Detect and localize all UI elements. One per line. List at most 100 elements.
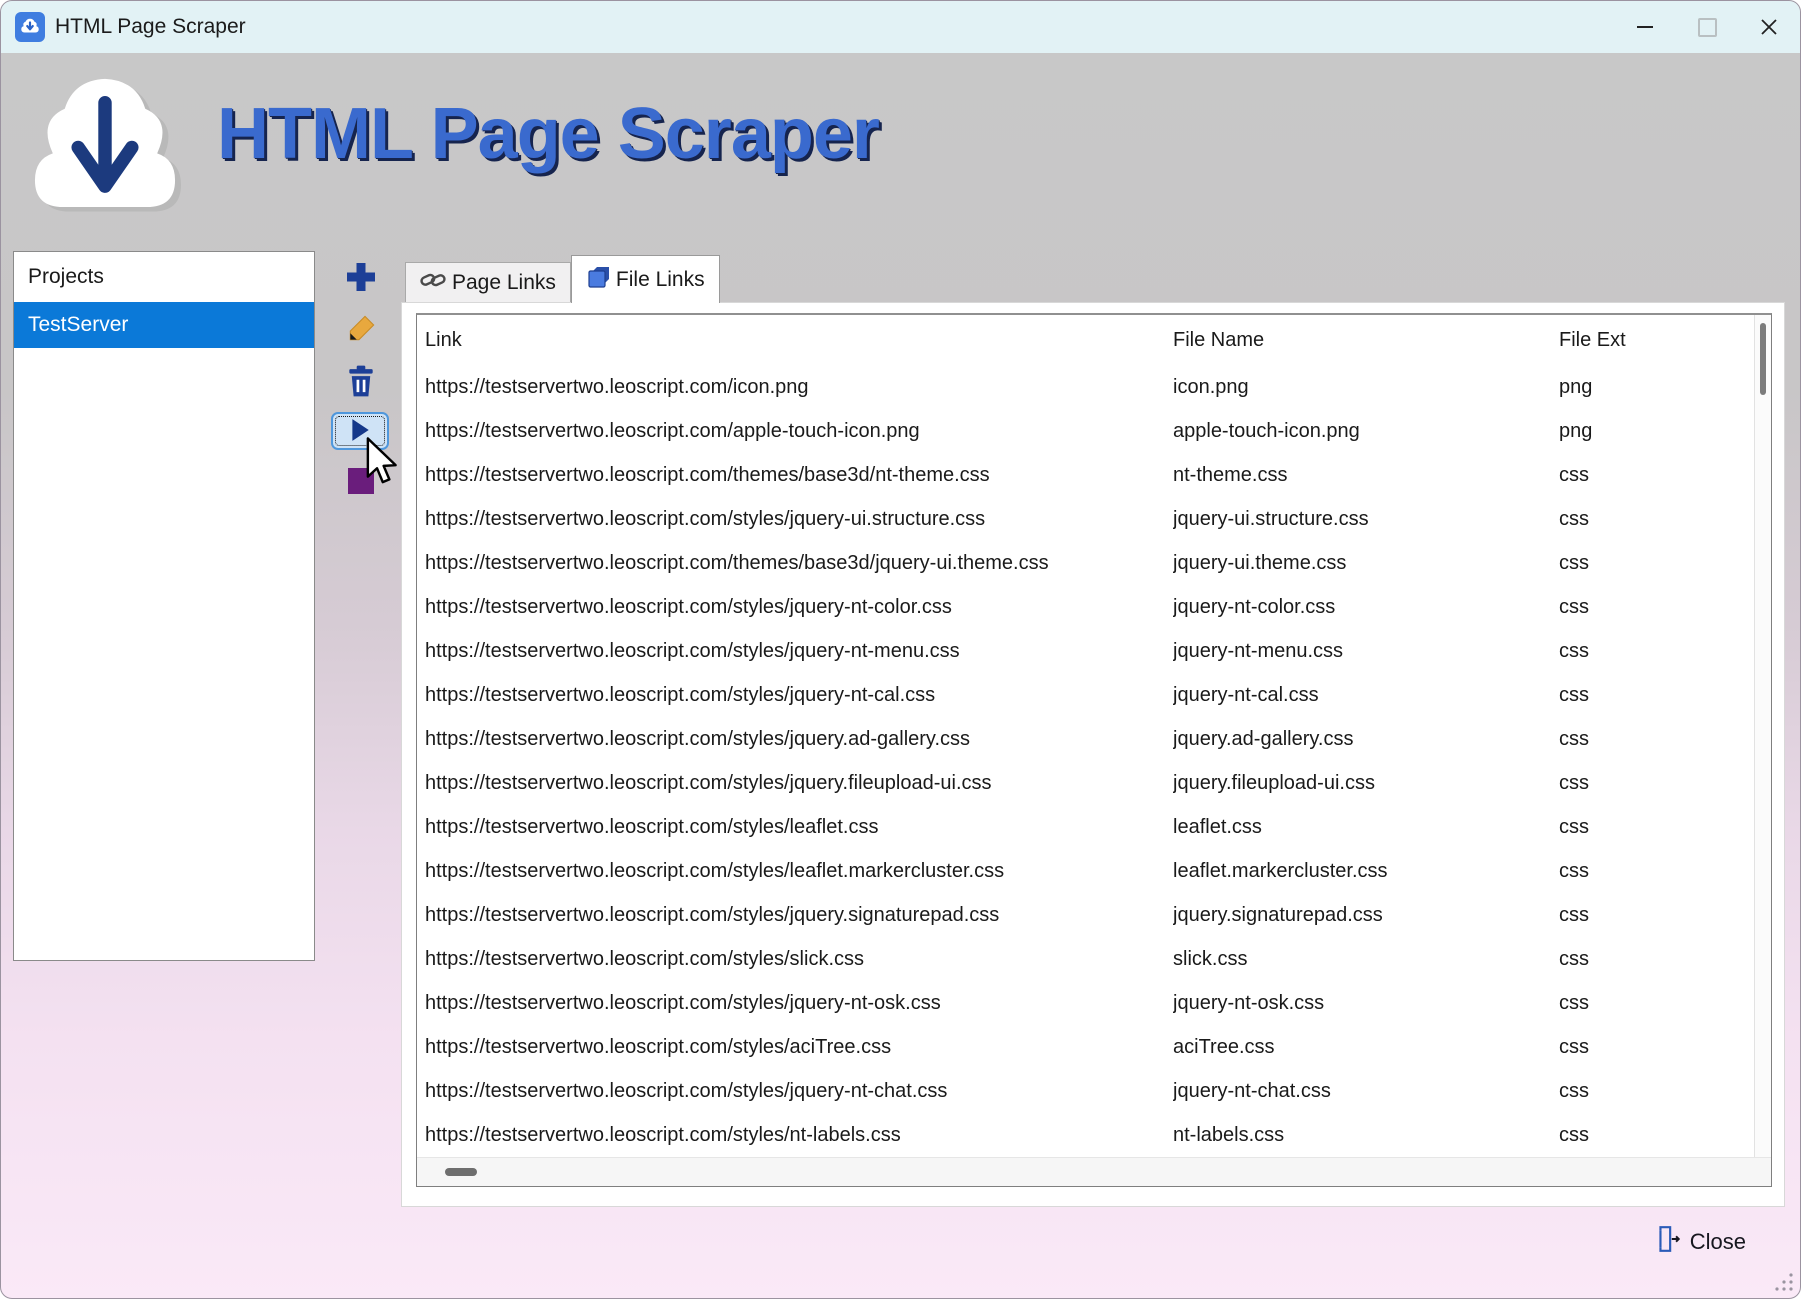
projects-list: Projects TestServer [13, 251, 315, 961]
table-row[interactable]: https://testservertwo.leoscript.com/them… [417, 541, 1771, 585]
delete-project-button[interactable] [331, 360, 391, 404]
trash-icon [346, 365, 376, 400]
maximize-icon[interactable] [1676, 1, 1738, 53]
table-row[interactable]: https://testservertwo.leoscript.com/styl… [417, 629, 1771, 673]
cell-file-ext: css [1559, 772, 1771, 795]
cell-link: https://testservertwo.leoscript.com/styl… [417, 948, 1173, 971]
horizontal-scrollbar-thumb[interactable] [445, 1168, 477, 1176]
cell-file-name: icon.png [1173, 376, 1559, 399]
cell-file-name: jquery-nt-cal.css [1173, 684, 1559, 707]
app-logo-title: HTML Page Scraper [217, 93, 879, 175]
tab-file-links[interactable]: File Links [571, 255, 720, 303]
cell-file-ext: css [1559, 1036, 1771, 1059]
file-links-table: Link File Name File Ext https://testserv… [416, 313, 1772, 1187]
cell-file-name: slick.css [1173, 948, 1559, 971]
run-scrape-button[interactable] [331, 412, 389, 450]
cell-link: https://testservertwo.leoscript.com/them… [417, 552, 1173, 575]
cell-file-ext: css [1559, 860, 1771, 883]
cell-link: https://testservertwo.leoscript.com/appl… [417, 420, 1173, 443]
projects-list-header: Projects [14, 252, 314, 302]
add-project-button[interactable] [331, 256, 391, 300]
table-row[interactable]: https://testservertwo.leoscript.com/styl… [417, 1069, 1771, 1113]
cell-link: https://testservertwo.leoscript.com/styl… [417, 1036, 1173, 1059]
cell-link: https://testservertwo.leoscript.com/styl… [417, 860, 1173, 883]
table-row[interactable]: https://testservertwo.leoscript.com/styl… [417, 805, 1771, 849]
table-row[interactable]: https://testservertwo.leoscript.com/styl… [417, 717, 1771, 761]
cell-link: https://testservertwo.leoscript.com/styl… [417, 772, 1173, 795]
stop-scrape-button[interactable] [331, 460, 391, 504]
project-item-testserver[interactable]: TestServer [14, 302, 314, 348]
tab-page-links[interactable]: Page Links [405, 262, 571, 303]
cell-link: https://testservertwo.leoscript.com/styl… [417, 596, 1173, 619]
cell-link: https://testservertwo.leoscript.com/them… [417, 464, 1173, 487]
table-row[interactable]: https://testservertwo.leoscript.com/styl… [417, 849, 1771, 893]
cell-file-ext: css [1559, 992, 1771, 1015]
cell-file-name: jquery-nt-color.css [1173, 596, 1559, 619]
minimize-icon[interactable] [1614, 1, 1676, 53]
close-x-icon[interactable] [1738, 1, 1800, 53]
cell-file-name: jquery-nt-osk.css [1173, 992, 1559, 1015]
cell-file-ext: css [1559, 464, 1771, 487]
cell-link: https://testservertwo.leoscript.com/styl… [417, 640, 1173, 663]
app-header: HTML Page Scraper [1, 53, 1800, 223]
table-row[interactable]: https://testservertwo.leoscript.com/them… [417, 453, 1771, 497]
cell-link: https://testservertwo.leoscript.com/styl… [417, 816, 1173, 839]
table-row[interactable]: https://testservertwo.leoscript.com/styl… [417, 893, 1771, 937]
table-row[interactable]: https://testservertwo.leoscript.com/styl… [417, 585, 1771, 629]
cell-file-ext: css [1559, 684, 1771, 707]
file-links-table-body: https://testservertwo.leoscript.com/icon… [417, 365, 1771, 1157]
cell-file-ext: css [1559, 640, 1771, 663]
stop-icon [347, 467, 375, 498]
cell-file-ext: css [1559, 1124, 1771, 1147]
cell-file-ext: css [1559, 552, 1771, 575]
app-window: HTML Page Scraper HTML Page Scraper Proj… [0, 0, 1801, 1299]
cell-file-name: jquery.ad-gallery.css [1173, 728, 1559, 751]
exit-door-icon [1656, 1225, 1680, 1259]
links-tabbar: Page Links File Links [405, 255, 720, 303]
cell-file-name: jquery-nt-menu.css [1173, 640, 1559, 663]
plus-icon [343, 259, 379, 298]
cell-file-name: jquery-ui.structure.css [1173, 508, 1559, 531]
resize-grip-icon[interactable] [1772, 1270, 1794, 1292]
table-row[interactable]: https://testservertwo.leoscript.com/icon… [417, 365, 1771, 409]
cell-file-ext: css [1559, 816, 1771, 839]
cell-file-name: jquery-ui.theme.css [1173, 552, 1559, 575]
table-row[interactable]: https://testservertwo.leoscript.com/styl… [417, 497, 1771, 541]
cell-file-name: jquery.fileupload-ui.css [1173, 772, 1559, 795]
cell-file-name: leaflet.markercluster.css [1173, 860, 1559, 883]
horizontal-scrollbar[interactable] [417, 1157, 1771, 1186]
focus-ring [335, 416, 385, 446]
cell-file-ext: png [1559, 420, 1771, 443]
table-row[interactable]: https://testservertwo.leoscript.com/styl… [417, 761, 1771, 805]
cell-file-name: jquery-nt-chat.css [1173, 1080, 1559, 1103]
table-row[interactable]: https://testservertwo.leoscript.com/styl… [417, 673, 1771, 717]
cloud-download-logo-icon [15, 61, 195, 221]
cell-link: https://testservertwo.leoscript.com/styl… [417, 992, 1173, 1015]
table-row[interactable]: https://testservertwo.leoscript.com/styl… [417, 1025, 1771, 1069]
column-header-file-ext[interactable]: File Ext [1559, 329, 1771, 352]
window-title: HTML Page Scraper [55, 15, 246, 39]
column-header-file-name[interactable]: File Name [1173, 329, 1559, 352]
cell-file-name: jquery.signaturepad.css [1173, 904, 1559, 927]
table-header-row: Link File Name File Ext [417, 315, 1771, 365]
cell-link: https://testservertwo.leoscript.com/styl… [417, 508, 1173, 531]
edit-project-button[interactable] [331, 308, 391, 352]
file-links-tab-page: Link File Name File Ext https://testserv… [401, 302, 1785, 1207]
close-button[interactable]: Close [1650, 1224, 1752, 1260]
link-icon [420, 269, 446, 297]
vertical-scrollbar-thumb[interactable] [1760, 323, 1766, 395]
cell-file-ext: css [1559, 1080, 1771, 1103]
cell-link: https://testservertwo.leoscript.com/styl… [417, 1080, 1173, 1103]
table-row[interactable]: https://testservertwo.leoscript.com/appl… [417, 409, 1771, 453]
cell-file-name: aciTree.css [1173, 1036, 1559, 1059]
cell-file-ext: png [1559, 376, 1771, 399]
vertical-scrollbar[interactable] [1754, 315, 1771, 1159]
cell-file-name: leaflet.css [1173, 816, 1559, 839]
column-header-link[interactable]: Link [417, 329, 1173, 352]
table-row[interactable]: https://testservertwo.leoscript.com/styl… [417, 981, 1771, 1025]
table-row[interactable]: https://testservertwo.leoscript.com/styl… [417, 937, 1771, 981]
cell-file-name: nt-theme.css [1173, 464, 1559, 487]
cell-file-ext: css [1559, 948, 1771, 971]
table-row[interactable]: https://testservertwo.leoscript.com/styl… [417, 1113, 1771, 1157]
cell-link: https://testservertwo.leoscript.com/icon… [417, 376, 1173, 399]
